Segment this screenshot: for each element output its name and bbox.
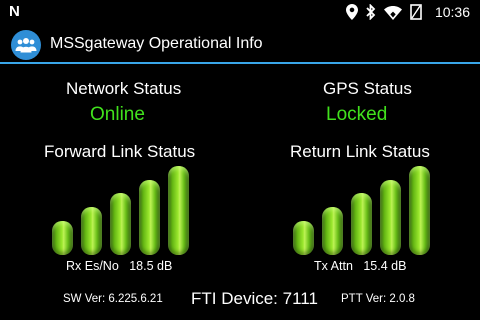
bluetooth-icon xyxy=(366,3,376,24)
return-link-label: Return Link Status xyxy=(290,142,430,161)
gps-status-label: GPS Status xyxy=(323,79,412,98)
ptt-version: PTT Ver: 2.0.8 xyxy=(341,293,415,305)
network-status-value: Online xyxy=(90,104,145,125)
tx-attn-value: 15.4 dB xyxy=(363,259,407,273)
battery-icon xyxy=(410,4,422,24)
signal-bar xyxy=(293,221,314,255)
tx-attn-label: Tx Attn xyxy=(314,259,353,273)
signal-bar xyxy=(409,166,430,255)
status-icons xyxy=(346,3,422,24)
forward-link-signal-bars xyxy=(52,165,190,255)
app-bar: MSSgateway Operational Info xyxy=(0,24,480,64)
signal-bar xyxy=(380,180,401,255)
wifi-icon xyxy=(384,5,402,24)
signal-bar xyxy=(168,166,189,255)
clock: 10:36 xyxy=(434,4,470,20)
gps-status-value: Locked xyxy=(326,104,388,125)
app-title: MSSgateway Operational Info xyxy=(50,35,263,52)
return-link-metric: Tx Attn 15.4 dB xyxy=(314,259,406,273)
network-status-label: Network Status xyxy=(66,79,182,98)
signal-bar xyxy=(322,207,343,255)
fti-device: FTI Device: 7111 xyxy=(191,289,318,308)
signal-bar xyxy=(52,221,73,255)
forward-link-metric: Rx Es/No 18.5 dB xyxy=(66,259,172,273)
return-link-signal-bars xyxy=(293,165,431,255)
app-logo-icon xyxy=(11,30,41,60)
system-status-bar: N 10:36 xyxy=(0,0,480,24)
notification-n-icon: N xyxy=(9,3,20,20)
signal-bar xyxy=(139,180,160,255)
location-pin-icon xyxy=(346,4,358,24)
rx-esno-label: Rx Es/No xyxy=(66,259,119,273)
signal-bar xyxy=(351,193,372,255)
signal-bar xyxy=(110,193,131,255)
sw-version: SW Ver: 6.225.6.21 xyxy=(63,293,163,305)
signal-bar xyxy=(81,207,102,255)
rx-esno-value: 18.5 dB xyxy=(129,259,173,273)
forward-link-label: Forward Link Status xyxy=(44,142,196,161)
